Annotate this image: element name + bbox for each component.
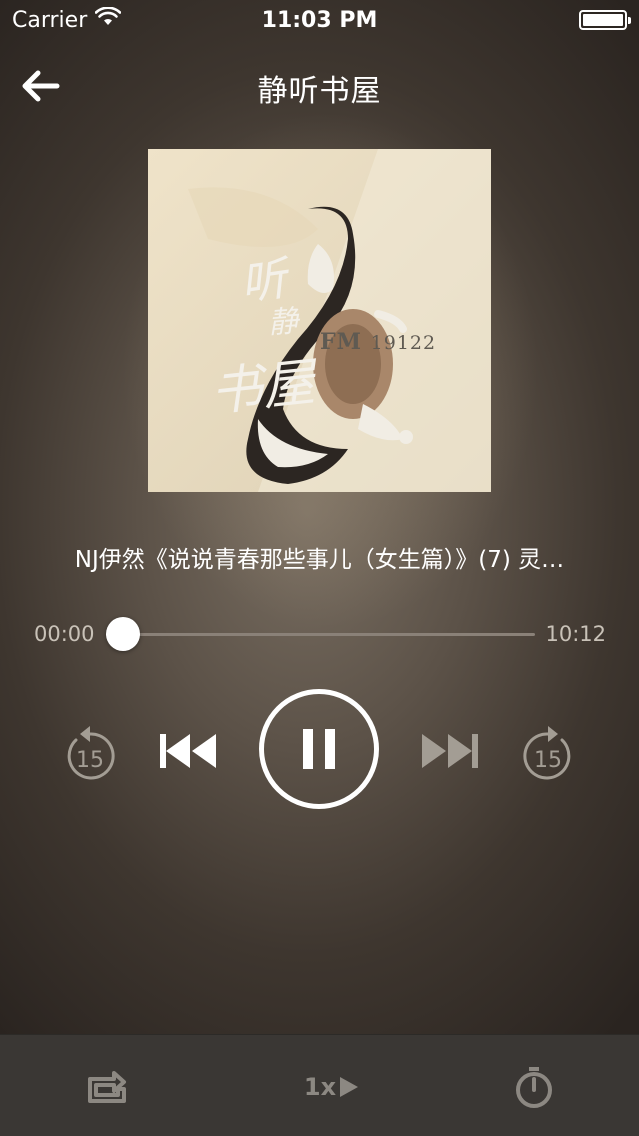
previous-button[interactable] xyxy=(158,730,220,772)
back-button[interactable] xyxy=(18,68,62,108)
status-bar: Carrier 11:03 PM xyxy=(0,0,639,40)
forward-15-label: 15 xyxy=(534,748,562,773)
pause-icon xyxy=(303,729,335,769)
album-art: 听 静 书屋 FM 19122 xyxy=(148,149,491,492)
forward-15-icon: 15 xyxy=(523,726,571,780)
next-track-icon xyxy=(422,734,478,768)
sleep-timer-button[interactable] xyxy=(509,1063,559,1111)
art-char-bookhouse: 书屋 xyxy=(207,352,318,424)
art-fm-text: FM xyxy=(320,329,362,355)
page-title: 静听书屋 xyxy=(257,74,382,109)
battery-fill xyxy=(583,14,623,26)
back-arrow-icon xyxy=(20,69,60,107)
rewind-15-button[interactable]: 15 xyxy=(62,722,118,782)
art-char-quiet: 静 xyxy=(267,303,300,341)
rewind-15-icon: 15 xyxy=(67,726,115,780)
total-time: 10:12 xyxy=(545,622,606,646)
speed-label: 1x xyxy=(303,1073,337,1101)
art-fm-label: FM 19122 xyxy=(320,329,436,355)
stopwatch-icon xyxy=(516,1067,552,1108)
carrier-label: Carrier xyxy=(12,7,88,33)
rewind-15-label: 15 xyxy=(76,748,104,773)
art-fm-number: 19122 xyxy=(370,332,437,354)
repeat-button[interactable] xyxy=(82,1063,132,1111)
bottom-toolbar: 1x xyxy=(0,1034,639,1136)
repeat-icon xyxy=(88,1071,126,1103)
next-button[interactable] xyxy=(418,730,480,772)
status-left: Carrier xyxy=(12,6,122,33)
nav-bar: 静听书屋 xyxy=(0,44,639,132)
progress-thumb[interactable] xyxy=(106,617,140,651)
wifi-icon xyxy=(94,6,122,33)
progress-track[interactable] xyxy=(108,633,535,636)
play-pause-button[interactable] xyxy=(259,689,379,809)
previous-track-icon xyxy=(160,734,216,768)
album-art-image xyxy=(148,149,491,492)
track-title: NJ伊然《说说青春那些事儿（女生篇）》(7) 灵… xyxy=(74,547,565,573)
playback-speed-button[interactable]: 1x xyxy=(296,1063,368,1111)
battery-icon xyxy=(579,10,631,30)
forward-15-button[interactable]: 15 xyxy=(520,722,576,782)
speed-play-icon xyxy=(340,1077,359,1097)
current-time: 00:00 xyxy=(34,622,95,646)
